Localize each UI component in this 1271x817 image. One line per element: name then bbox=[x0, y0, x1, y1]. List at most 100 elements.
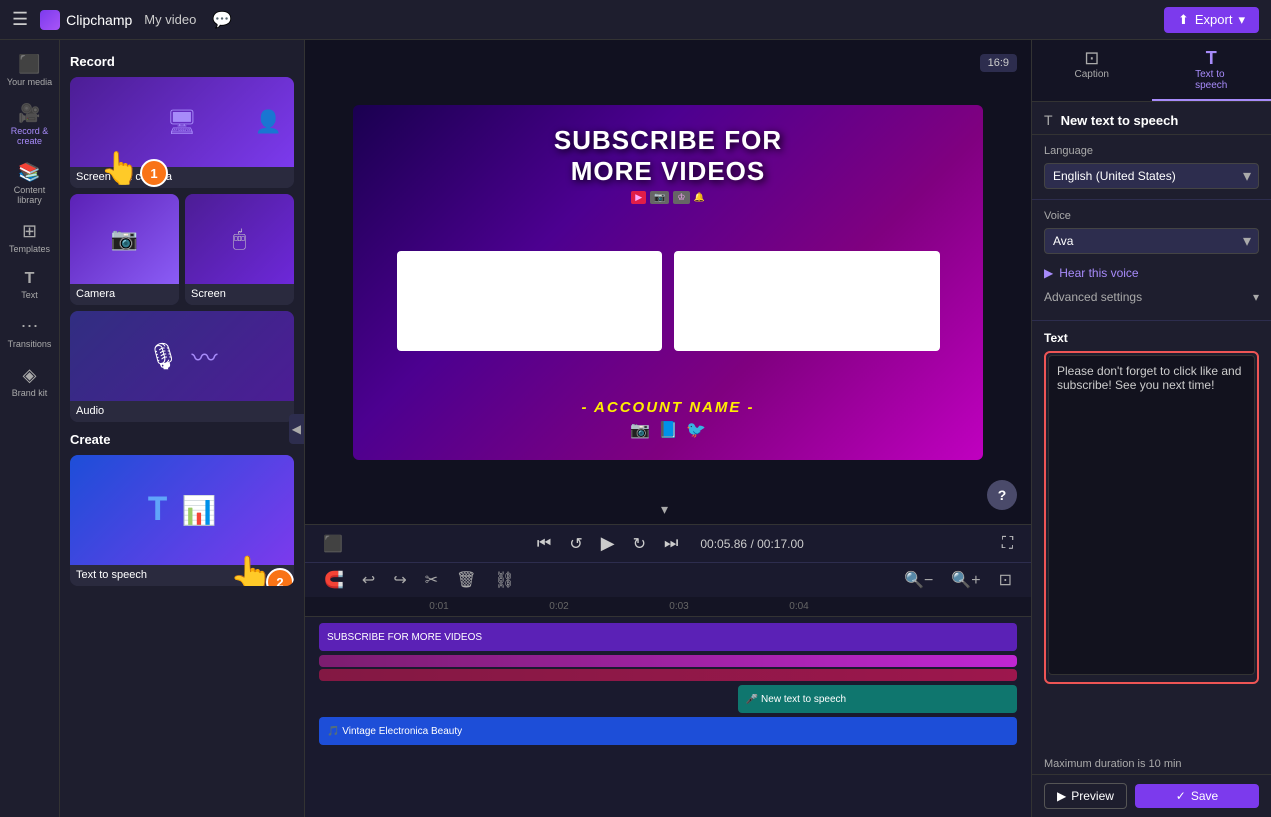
sidebar-nav: ⬛ Your media 🎥 Record &create 📚 Contentl… bbox=[0, 40, 60, 817]
ruler-mark-3: 0:03 bbox=[619, 601, 739, 612]
help-button[interactable]: ? bbox=[987, 480, 1017, 510]
screen-camera-card[interactable]: 🖥 👤 👆 1 Screen and camera bbox=[70, 77, 294, 188]
voice-select[interactable]: Ava bbox=[1044, 228, 1259, 254]
right-panel: ⊡ Caption T Text tospeech T New text to … bbox=[1031, 40, 1271, 817]
preview-play-icon: ▶ bbox=[1057, 789, 1066, 803]
camera-label: Camera bbox=[70, 284, 179, 305]
audio-thumbnail: 🎙 〰 bbox=[70, 311, 294, 401]
rewind-button[interactable]: ↺ bbox=[565, 532, 586, 556]
person-thumbnail: 👤 bbox=[255, 109, 282, 135]
right-panel-header: T New text to speech bbox=[1032, 102, 1271, 135]
canvas-title: SUBSCRIBE FOR MORE VIDEOS ▶ 📷 ♔ 🔔 bbox=[554, 125, 782, 204]
left-panel: Record 🖥 👤 👆 1 Screen and camera 📷 Camer… bbox=[60, 40, 305, 817]
audio-card[interactable]: 🎙 〰 Audio bbox=[70, 311, 294, 422]
sidebar-label-transitions: Transitions bbox=[8, 339, 52, 349]
text-textarea[interactable]: Please don't forget to click like and su… bbox=[1048, 355, 1255, 675]
hear-this-voice-button[interactable]: ▶ Hear this voice bbox=[1044, 262, 1259, 284]
advanced-settings-chevron-icon: ▾ bbox=[1253, 290, 1259, 304]
zoom-in-button[interactable]: 🔍+ bbox=[946, 567, 985, 593]
tts-tab-icon: T bbox=[1206, 48, 1217, 69]
toolbar: 🧲 ↩ ↪ ✂ 🗑 ⛓ 🔍− 🔍+ ⊡ bbox=[305, 562, 1031, 597]
track-main-label: SUBSCRIBE FOR MORE VIDEOS bbox=[327, 632, 482, 643]
undo-button[interactable]: ↩ bbox=[357, 567, 380, 593]
canvas-subtitle: ▶ 📷 ♔ 🔔 bbox=[554, 191, 782, 204]
sidebar-item-text[interactable]: T Text bbox=[3, 264, 57, 306]
magnet-tool-button[interactable]: 🧲 bbox=[319, 567, 349, 593]
text-icon: T bbox=[25, 270, 35, 288]
media-icon: ⬛ bbox=[18, 54, 40, 75]
card-grid-row1: 📷 Camera 🖱 Screen bbox=[70, 194, 294, 305]
caption-toggle-button[interactable]: ⬛ bbox=[319, 532, 347, 556]
tts-track-row: 🎤 New text to speech bbox=[319, 685, 1017, 713]
redo-button[interactable]: ↪ bbox=[388, 567, 411, 593]
track-music-label: 🎵 Vintage Electronica Beauty bbox=[327, 726, 462, 737]
camera-card[interactable]: 📷 Camera bbox=[70, 194, 179, 305]
screen-icon: 🖱 bbox=[233, 226, 246, 252]
right-panel-title: New text to speech bbox=[1061, 113, 1259, 128]
track-tts[interactable]: 🎤 New text to speech bbox=[738, 685, 1017, 713]
track-wave2[interactable] bbox=[319, 669, 1017, 681]
export-chevron-icon: ▾ bbox=[1238, 12, 1245, 28]
zoom-out-button[interactable]: 🔍− bbox=[899, 567, 938, 593]
caption-label: Caption bbox=[1075, 69, 1109, 80]
sidebar-label-record: Record &create bbox=[11, 126, 49, 146]
language-select[interactable]: English (United States) bbox=[1044, 163, 1259, 189]
sidebar-item-templates[interactable]: ⊞ Templates bbox=[3, 215, 57, 260]
canvas-social-icons: 📷 📘 🐦 bbox=[630, 420, 706, 440]
canvas-title-line1: SUBSCRIBE FOR bbox=[554, 125, 782, 156]
menu-icon[interactable]: ☰ bbox=[12, 9, 28, 30]
video-title[interactable]: My video bbox=[144, 12, 196, 27]
sidebar-item-record-create[interactable]: 🎥 Record &create bbox=[3, 97, 57, 152]
tts-header-icon: T bbox=[1044, 112, 1053, 128]
voice-label: Voice bbox=[1044, 210, 1259, 222]
twitter-icon: 🐦 bbox=[686, 420, 706, 440]
tts-tab[interactable]: T Text tospeech bbox=[1152, 40, 1271, 101]
canvas-box-left bbox=[397, 251, 663, 351]
preview-button[interactable]: ▶ Preview bbox=[1044, 783, 1127, 809]
track-music[interactable]: 🎵 Vintage Electronica Beauty bbox=[319, 717, 1017, 745]
text-to-speech-card[interactable]: 𝐓 📊 👆 2 Text to speech bbox=[70, 455, 294, 586]
delete-button[interactable]: 🗑 bbox=[451, 567, 481, 593]
app-name: Clipchamp bbox=[66, 12, 132, 28]
fast-forward-button[interactable]: ↻ bbox=[629, 532, 650, 556]
sidebar-label-brand: Brand kit bbox=[12, 388, 48, 398]
sidebar-item-content-library[interactable]: 📚 Contentlibrary bbox=[3, 156, 57, 211]
collapse-panel-button[interactable]: ◀ bbox=[289, 414, 304, 444]
play-button[interactable]: ▶ bbox=[597, 531, 619, 556]
sidebar-label-library: Contentlibrary bbox=[14, 185, 46, 205]
camera-thumbnail: 📷 bbox=[70, 194, 179, 284]
screen-card[interactable]: 🖱 Screen bbox=[185, 194, 294, 305]
detach-button[interactable]: ⛓ bbox=[489, 567, 519, 593]
voice-select-wrap: Ava bbox=[1044, 228, 1259, 254]
advanced-settings-toggle[interactable]: Advanced settings ▾ bbox=[1044, 284, 1259, 310]
cut-button[interactable]: ✂ bbox=[420, 567, 443, 593]
bottom-buttons: ▶ Preview ✓ Save 👆 3 bbox=[1032, 774, 1271, 817]
skip-forward-button[interactable]: ⏭ bbox=[660, 533, 682, 555]
canvas-background: SUBSCRIBE FOR MORE VIDEOS ▶ 📷 ♔ 🔔 bbox=[353, 105, 983, 460]
export-button[interactable]: ⬆ Export ▾ bbox=[1164, 7, 1259, 33]
track-main[interactable]: SUBSCRIBE FOR MORE VIDEOS bbox=[319, 623, 1017, 651]
preview-label: Preview bbox=[1071, 789, 1114, 803]
caption-tab[interactable]: ⊡ Caption bbox=[1032, 40, 1152, 101]
ruler-mark-4: 0:04 bbox=[739, 601, 859, 612]
track-wave1[interactable] bbox=[319, 655, 1017, 667]
main-area: ⬛ Your media 🎥 Record &create 📚 Contentl… bbox=[0, 40, 1271, 817]
caption-icon: ⊡ bbox=[1084, 48, 1099, 69]
fit-button[interactable]: ⊡ bbox=[994, 567, 1017, 593]
canvas-title-line2: MORE VIDEOS bbox=[554, 156, 782, 187]
tts-tab-label: Text tospeech bbox=[1195, 69, 1227, 91]
fullscreen-button[interactable]: ⛶ bbox=[998, 533, 1017, 555]
instagram-icon: 📷 bbox=[630, 420, 650, 440]
sidebar-item-transitions[interactable]: ⋯ Transitions bbox=[3, 310, 57, 355]
skip-back-button[interactable]: ⏮ bbox=[533, 533, 555, 555]
audio-label: Audio bbox=[70, 401, 294, 422]
aspect-ratio-badge: 16:9 bbox=[980, 54, 1017, 72]
save-button[interactable]: ✓ Save bbox=[1135, 784, 1259, 808]
facebook-icon: 📘 bbox=[658, 420, 678, 440]
canvas-collapse-button[interactable]: ▾ bbox=[661, 501, 668, 518]
sidebar-item-your-media[interactable]: ⬛ Your media bbox=[3, 48, 57, 93]
record-icon: 🎥 bbox=[18, 103, 40, 124]
right-panel-top-tabs: ⊡ Caption T Text tospeech bbox=[1032, 40, 1271, 102]
sidebar-item-brand-kit[interactable]: ◈ Brand kit bbox=[3, 359, 57, 404]
canvas-account-name: - ACCOUNT NAME - bbox=[581, 399, 754, 416]
